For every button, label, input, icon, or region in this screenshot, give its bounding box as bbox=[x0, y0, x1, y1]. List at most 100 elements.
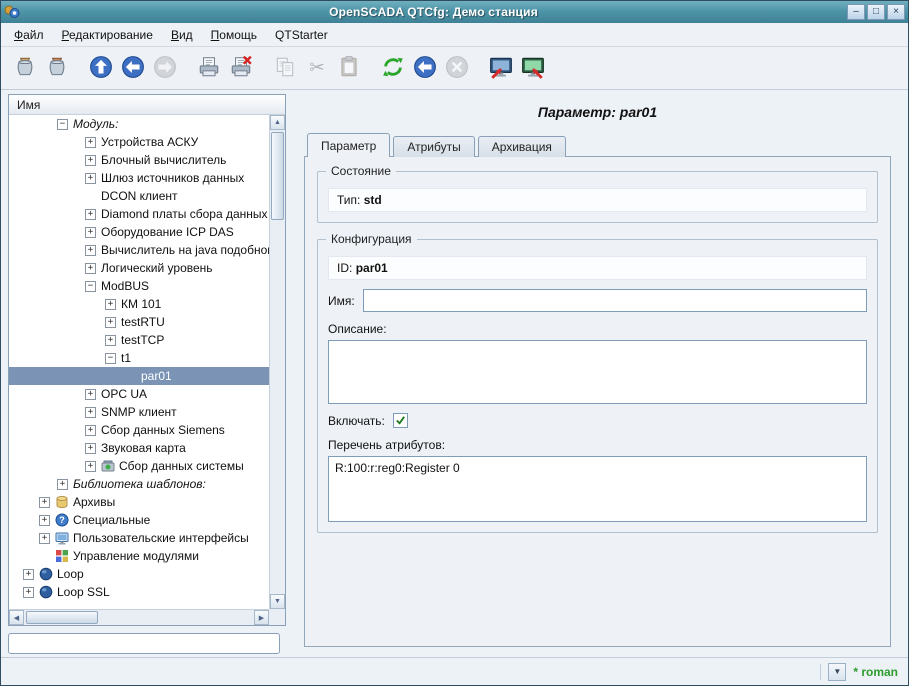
attributes-label: Перечень атрибутов: bbox=[328, 438, 867, 452]
expand-icon[interactable]: + bbox=[85, 245, 96, 256]
attribute-item[interactable]: R:100:r:reg0:Register 0 bbox=[335, 461, 460, 475]
tree-item[interactable]: +?Специальные bbox=[9, 511, 269, 529]
collapse-icon[interactable]: − bbox=[57, 119, 68, 130]
tree-item-label: Архивы bbox=[73, 495, 115, 509]
vision-window-button[interactable] bbox=[517, 52, 549, 84]
expand-icon[interactable]: + bbox=[85, 425, 96, 436]
tree-item[interactable]: −Модуль: bbox=[9, 115, 269, 133]
tree-item-label: Вычислитель на java подобном bbox=[101, 243, 269, 257]
menu-view[interactable]: Вид bbox=[162, 24, 202, 46]
expand-icon[interactable]: + bbox=[85, 209, 96, 220]
tree-item[interactable]: +Библиотека шаблонов: bbox=[9, 475, 269, 493]
tree-item-label: Сбор данных системы bbox=[119, 459, 244, 473]
scroll-right-icon[interactable]: ▶ bbox=[254, 610, 269, 625]
user-dropdown-button[interactable]: ▼ bbox=[828, 663, 846, 681]
tree-item[interactable]: +testRTU bbox=[9, 313, 269, 331]
vertical-scroll-thumb[interactable] bbox=[271, 132, 284, 220]
tree-item[interactable]: +Шлюз источников данных bbox=[9, 169, 269, 187]
expand-icon[interactable]: + bbox=[85, 227, 96, 238]
expand-icon[interactable]: + bbox=[39, 497, 50, 508]
tree-item[interactable]: +Блочный вычислитель bbox=[9, 151, 269, 169]
name-input[interactable] bbox=[363, 289, 867, 312]
tree-item[interactable]: +Звуковая карта bbox=[9, 439, 269, 457]
expand-icon[interactable]: + bbox=[85, 389, 96, 400]
tab-attributes[interactable]: Атрибуты bbox=[393, 136, 474, 157]
toolbar-separator bbox=[181, 52, 193, 84]
expand-icon[interactable]: + bbox=[105, 335, 116, 346]
menu-edit[interactable]: Редактирование bbox=[53, 24, 162, 46]
tree-item[interactable]: +Diamond платы сбора данных bbox=[9, 205, 269, 223]
tree-item[interactable]: +Loop SSL bbox=[9, 583, 269, 601]
tree-item[interactable]: +Оборудование ICP DAS bbox=[9, 223, 269, 241]
menu-help[interactable]: Помощь bbox=[202, 24, 266, 46]
toolbar-separator bbox=[73, 52, 85, 84]
tree-item[interactable]: + OPC UA bbox=[9, 385, 269, 403]
scroll-left-icon[interactable]: ◀ bbox=[9, 610, 24, 625]
save-db-button[interactable] bbox=[41, 52, 73, 84]
menu-file[interactable]: Файл bbox=[5, 24, 53, 46]
expand-icon[interactable]: + bbox=[85, 407, 96, 418]
scroll-up-icon[interactable]: ▲ bbox=[270, 115, 285, 130]
expand-icon[interactable]: + bbox=[23, 587, 34, 598]
expand-icon[interactable]: + bbox=[85, 263, 96, 274]
back-button[interactable] bbox=[117, 52, 149, 84]
expand-icon[interactable]: + bbox=[23, 569, 34, 580]
expand-icon[interactable]: + bbox=[85, 173, 96, 184]
tree-item[interactable]: par01 bbox=[9, 367, 269, 385]
expand-icon[interactable]: + bbox=[105, 317, 116, 328]
description-textarea[interactable] bbox=[328, 340, 867, 404]
qtcfg-window-button[interactable] bbox=[485, 52, 517, 84]
menu-qtstarter[interactable]: QTStarter bbox=[266, 24, 337, 46]
refresh-button[interactable] bbox=[377, 52, 409, 84]
navigation-tree-panel: Имя −Модуль:+Устройства АСКУ+Блочный выч… bbox=[8, 94, 286, 626]
bottom-left-input[interactable] bbox=[8, 633, 280, 654]
type-label: Тип: bbox=[337, 193, 360, 207]
expand-icon[interactable]: + bbox=[39, 515, 50, 526]
load-db-button[interactable] bbox=[9, 52, 41, 84]
attributes-listbox[interactable]: R:100:r:reg0:Register 0 bbox=[328, 456, 867, 522]
svg-text:✂: ✂ bbox=[309, 56, 325, 77]
tree-item[interactable]: +Логический уровень bbox=[9, 259, 269, 277]
tab-archiving[interactable]: Архивация bbox=[478, 136, 566, 157]
tab-parameter[interactable]: Параметр bbox=[307, 133, 390, 157]
tree-item[interactable]: + Архивы bbox=[9, 493, 269, 511]
tree-item[interactable]: + testTCP bbox=[9, 331, 269, 349]
tree-item[interactable]: +КМ 101 bbox=[9, 295, 269, 313]
copy-item-button bbox=[269, 52, 301, 84]
tree-item[interactable]: +SNMP клиент bbox=[9, 403, 269, 421]
tree-item-label: testTCP bbox=[121, 333, 164, 347]
minimize-button[interactable]: – bbox=[847, 4, 865, 20]
horizontal-scroll-thumb[interactable] bbox=[26, 611, 98, 624]
status-separator bbox=[820, 664, 821, 680]
tree-item-label: DCON клиент bbox=[101, 189, 178, 203]
expand-icon[interactable]: + bbox=[57, 479, 68, 490]
expand-icon[interactable]: + bbox=[85, 443, 96, 454]
expand-icon[interactable]: + bbox=[39, 533, 50, 544]
tree-item[interactable]: + Сбор данных системы bbox=[9, 457, 269, 475]
qtcfg-window-icon bbox=[489, 55, 513, 82]
up-button[interactable] bbox=[85, 52, 117, 84]
add-item-button[interactable] bbox=[193, 52, 225, 84]
tree-item[interactable]: Управление модулями bbox=[9, 547, 269, 565]
tree-item[interactable]: −ModBUS bbox=[9, 277, 269, 295]
tree-item[interactable]: +Loop bbox=[9, 565, 269, 583]
expand-icon[interactable]: + bbox=[85, 155, 96, 166]
maximize-button[interactable]: □ bbox=[867, 4, 885, 20]
close-button[interactable]: × bbox=[887, 4, 905, 20]
expand-icon[interactable]: + bbox=[105, 299, 116, 310]
collapse-icon[interactable]: − bbox=[85, 281, 96, 292]
tree-item[interactable]: DCON клиент bbox=[9, 187, 269, 205]
expand-icon[interactable]: + bbox=[85, 461, 96, 472]
expand-icon[interactable]: + bbox=[85, 137, 96, 148]
tree-item-label: OPC UA bbox=[101, 387, 147, 401]
start-button[interactable] bbox=[409, 52, 441, 84]
tree-item[interactable]: +Сбор данных Siemens bbox=[9, 421, 269, 439]
delete-item-button[interactable] bbox=[225, 52, 257, 84]
collapse-icon[interactable]: − bbox=[105, 353, 116, 364]
tree-item[interactable]: −t1 bbox=[9, 349, 269, 367]
tree-item[interactable]: +Пользовательские интерфейсы bbox=[9, 529, 269, 547]
tree-item[interactable]: + Вычислитель на java подобном bbox=[9, 241, 269, 259]
enable-checkbox[interactable] bbox=[393, 413, 408, 428]
tree-item[interactable]: +Устройства АСКУ bbox=[9, 133, 269, 151]
scroll-down-icon[interactable]: ▼ bbox=[270, 594, 285, 609]
